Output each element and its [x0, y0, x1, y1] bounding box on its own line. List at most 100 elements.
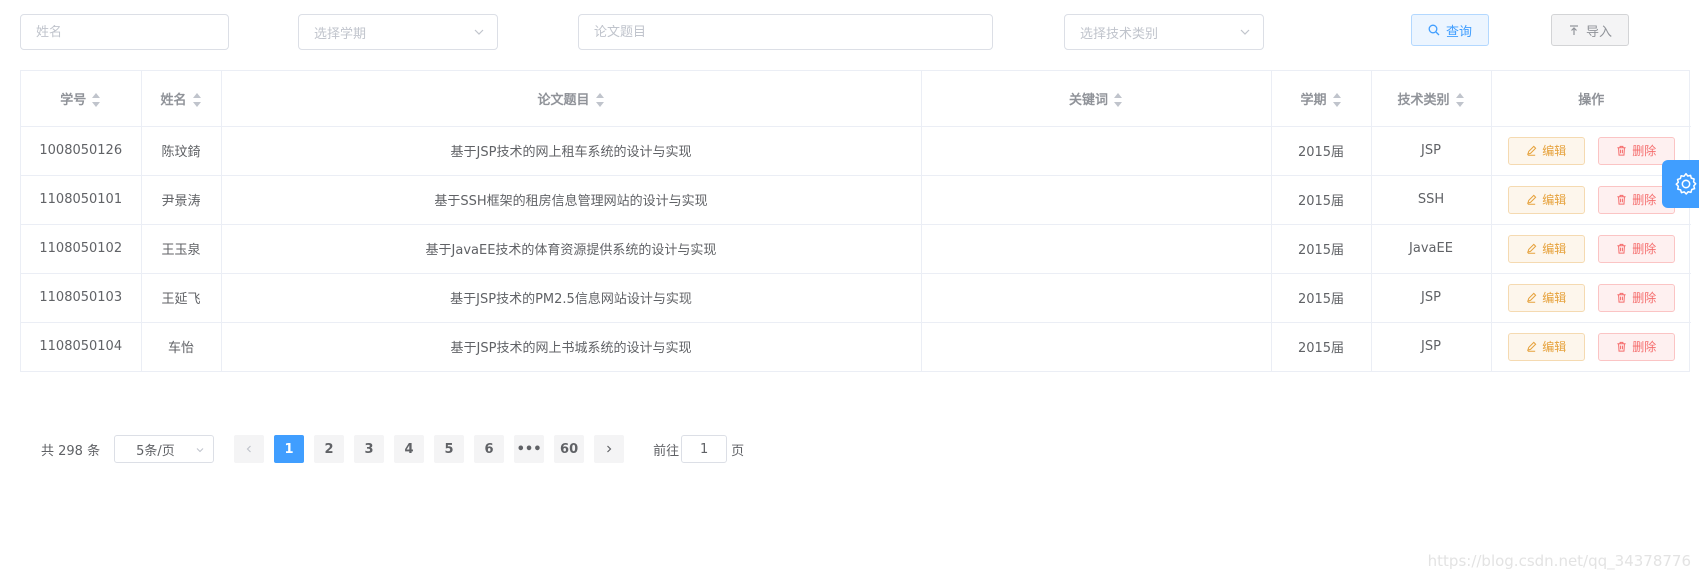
term-select-placeholder: 选择学期: [314, 26, 367, 42]
cell-student-id: 1108050104: [21, 322, 142, 371]
cell-name: 王玉泉: [141, 224, 222, 274]
sort-icon[interactable]: [1332, 93, 1342, 108]
delete-button[interactable]: 删除: [1597, 234, 1675, 263]
cell-title: 基于JSP技术的PM2.5信息网站设计与实现: [221, 273, 922, 323]
sort-icon[interactable]: [1114, 93, 1123, 108]
chevron-right-icon: [607, 445, 612, 453]
title-input[interactable]: [578, 14, 993, 50]
thesis-table: 学号 姓名 论文题目 关键词 学期 技术类别 操作 1008050126 陈玟錡…: [20, 70, 1691, 372]
page-button[interactable]: 4: [394, 435, 425, 463]
delete-button[interactable]: 删除: [1597, 283, 1675, 312]
page-button[interactable]: 2: [314, 435, 345, 463]
cell-title: 基于JSP技术的网上书城系统的设计与实现: [221, 322, 922, 371]
pagination: 共 298 条 5条/页 1 2 3 4 5 6 ••• 60 前往 页: [41, 435, 744, 463]
settings-button[interactable]: [1662, 160, 1699, 208]
search-icon: [1428, 24, 1440, 36]
cell-tech: JSP: [1371, 273, 1492, 323]
cell-title: 基于JSP技术的网上租车系统的设计与实现: [221, 126, 922, 176]
trash-icon: [1617, 243, 1626, 254]
cell-actions: 编辑 删除: [1491, 175, 1691, 225]
chevron-down-icon: [196, 448, 204, 453]
edit-icon: [1527, 194, 1537, 205]
header-actions: 操作: [1491, 71, 1691, 127]
page-button[interactable]: 6: [474, 435, 505, 463]
goto-prefix: 前往: [653, 443, 680, 459]
page-size-value: 5条/页: [136, 443, 175, 459]
cell-name: 车怡: [141, 322, 222, 371]
cell-term: 2015届: [1271, 322, 1372, 371]
cell-term: 2015届: [1271, 273, 1372, 323]
cell-student-id: 1108050103: [21, 273, 142, 323]
cell-tech: JSP: [1371, 126, 1492, 176]
tech-select[interactable]: 选择技术类别: [1064, 14, 1264, 50]
edit-button[interactable]: 编辑: [1507, 283, 1585, 312]
watermark: https://blog.csdn.net/qq_34378776: [1427, 552, 1691, 570]
cell-actions: 编辑 删除: [1491, 224, 1691, 274]
cell-actions: 编辑 删除: [1491, 126, 1691, 176]
header-title[interactable]: 论文题目: [221, 71, 922, 127]
table-row: 1108050102 王玉泉 基于JavaEE技术的体育资源提供系统的设计与实现…: [21, 224, 1691, 274]
goto-suffix: 页: [731, 443, 745, 459]
header-term[interactable]: 学期: [1271, 71, 1372, 127]
cell-keywords: [921, 126, 1272, 176]
term-select[interactable]: 选择学期: [298, 14, 498, 50]
cell-keywords: [921, 224, 1272, 274]
import-button[interactable]: 导入: [1551, 14, 1629, 46]
page-button[interactable]: 3: [354, 435, 385, 463]
more-pages-button[interactable]: •••: [514, 435, 545, 463]
trash-icon: [1617, 292, 1626, 303]
chevron-left-icon: [246, 445, 252, 453]
page-button[interactable]: 60: [554, 435, 585, 463]
table-header-row: 学号 姓名 论文题目 关键词 学期 技术类别 操作: [21, 71, 1691, 127]
table-row: 1108050103 王延飞 基于JSP技术的PM2.5信息网站设计与实现 20…: [21, 273, 1691, 323]
cell-keywords: [921, 322, 1272, 371]
gear-icon: [1675, 172, 1697, 195]
trash-icon: [1617, 145, 1626, 156]
cell-actions: 编辑 删除: [1491, 273, 1691, 323]
cell-tech: JSP: [1371, 322, 1492, 371]
cell-student-id: 1008050126: [21, 126, 142, 176]
edit-button[interactable]: 编辑: [1507, 332, 1585, 361]
sort-icon[interactable]: [192, 93, 202, 108]
header-student-id[interactable]: 学号: [21, 71, 142, 127]
title-field[interactable]: [594, 24, 977, 40]
edit-button[interactable]: 编辑: [1507, 185, 1585, 214]
cell-tech: JavaEE: [1371, 224, 1492, 274]
page-size-select[interactable]: 5条/页: [114, 435, 215, 463]
cell-tech: SSH: [1371, 175, 1492, 225]
search-button[interactable]: 查询: [1411, 14, 1489, 46]
header-keywords[interactable]: 关键词: [921, 71, 1272, 127]
name-input[interactable]: [20, 14, 229, 50]
cell-keywords: [921, 175, 1272, 225]
sort-icon[interactable]: [1455, 93, 1465, 108]
cell-name: 陈玟錡: [141, 126, 222, 176]
sort-icon[interactable]: [595, 93, 605, 108]
page-button[interactable]: 5: [434, 435, 465, 463]
edit-button[interactable]: 编辑: [1507, 136, 1585, 165]
cell-name: 王延飞: [141, 273, 222, 323]
next-page-button[interactable]: [594, 435, 625, 463]
cell-term: 2015届: [1271, 175, 1372, 225]
page-jumper: 前往 页: [653, 435, 744, 463]
prev-page-button[interactable]: [234, 435, 265, 463]
tech-select-placeholder: 选择技术类别: [1080, 26, 1159, 42]
chevron-down-icon: [1240, 29, 1250, 35]
delete-button[interactable]: 删除: [1597, 332, 1675, 361]
edit-button[interactable]: 编辑: [1507, 234, 1585, 263]
sort-icon[interactable]: [92, 93, 101, 108]
chevron-down-icon: [474, 29, 484, 35]
delete-button[interactable]: 删除: [1597, 136, 1675, 165]
header-name[interactable]: 姓名: [141, 71, 222, 127]
header-tech[interactable]: 技术类别: [1371, 71, 1492, 127]
import-button-label: 导入: [1585, 24, 1612, 40]
table-row: 1108050104 车怡 基于JSP技术的网上书城系统的设计与实现 2015届…: [21, 322, 1691, 371]
trash-icon: [1617, 342, 1626, 352]
goto-page-input[interactable]: [681, 435, 728, 463]
page-button[interactable]: 1: [274, 435, 305, 463]
name-field[interactable]: [36, 24, 213, 40]
page-list: 1 2 3 4 5 6 ••• 60: [234, 435, 625, 463]
upload-icon: [1569, 25, 1578, 35]
cell-actions: 编辑 删除: [1491, 322, 1691, 371]
table-row: 1008050126 陈玟錡 基于JSP技术的网上租车系统的设计与实现 2015…: [21, 126, 1691, 176]
trash-icon: [1617, 194, 1626, 205]
